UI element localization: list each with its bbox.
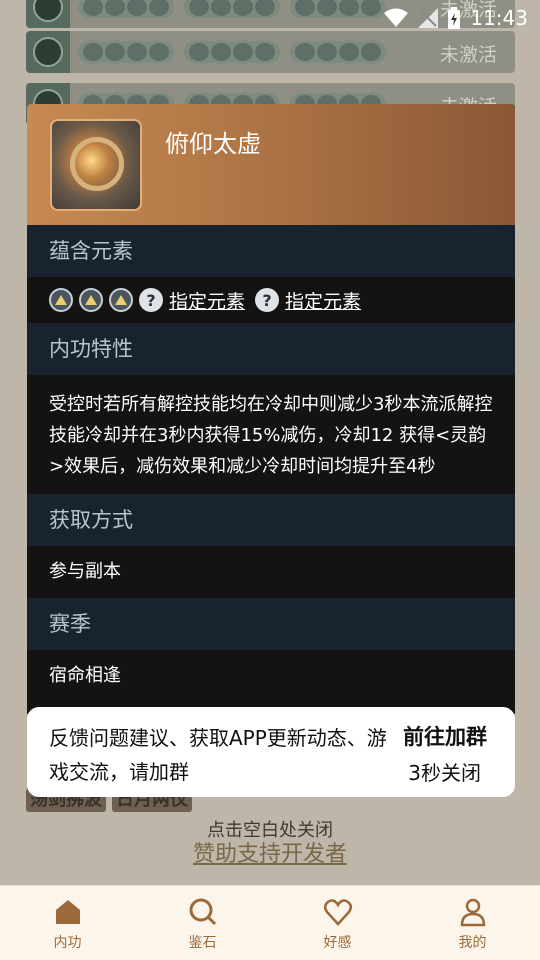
element-badge: [26, 31, 70, 73]
home-icon: [55, 900, 80, 924]
join-group-toast: 反馈问题建议、获取APP更新动态、游戏交流，请加群 前往加群 3秒关闭: [27, 707, 515, 797]
obtain-value: 参与副本: [27, 546, 515, 598]
user-icon: [460, 898, 485, 927]
trait-description: 受控时若所有解控技能均在冷却中则减少3秒本流派解控技能冷却并在3秒内获得15%减…: [27, 375, 515, 494]
clock: 11:43: [470, 6, 528, 30]
nav-label: 好感: [323, 935, 352, 951]
element-icon: [79, 288, 103, 312]
sponsor-link[interactable]: 赞助支持开发者: [0, 836, 540, 868]
toast-message: 反馈问题建议、获取APP更新动态、游戏交流，请加群: [49, 726, 387, 784]
section-header-season: 赛季: [27, 598, 515, 650]
status-label: 未激活: [439, 44, 497, 66]
elements-row: ? 指定元素 ? 指定元素: [27, 277, 515, 323]
section-header-obtain: 获取方式: [27, 494, 515, 546]
close-countdown: 3秒关闭: [408, 761, 481, 785]
wifi-icon: [384, 8, 409, 27]
card-title: 俯仰太虚: [165, 130, 261, 158]
card-header: 俯仰太虚: [27, 104, 515, 225]
specify-element-link[interactable]: 指定元素: [285, 287, 361, 314]
tab-mine[interactable]: 我的: [405, 886, 540, 960]
status-bar: 11:43: [0, 0, 540, 36]
element-icon: [49, 288, 73, 312]
bottom-nav: 内功 鉴石 好感 我的: [0, 885, 540, 960]
tab-neigong[interactable]: 内功: [0, 886, 135, 960]
question-icon: ?: [255, 288, 280, 312]
season-value: 宿命相逢: [27, 650, 515, 702]
join-group-button[interactable]: 前往加群: [403, 721, 487, 751]
slot-pills: [78, 41, 386, 63]
no-signal-icon: [418, 8, 439, 28]
element-icon: [109, 288, 133, 312]
list-item[interactable]: 未激活: [26, 31, 515, 73]
tab-jianshi[interactable]: 鉴石: [135, 886, 270, 960]
section-header-elements: 蕴含元素: [27, 225, 515, 277]
nav-label: 内功: [53, 935, 82, 951]
section-header-trait: 内功特性: [27, 323, 515, 375]
nav-label: 我的: [458, 935, 487, 951]
tab-haogan[interactable]: 好感: [270, 886, 405, 960]
specify-element-link[interactable]: 指定元素: [169, 287, 245, 314]
heart-icon: [323, 899, 352, 926]
detail-card: 俯仰太虚 蕴含元素 ? 指定元素 ? 指定元素 内功特性 受控时若所有解控技能均…: [27, 104, 515, 714]
question-icon: ?: [139, 288, 163, 312]
skill-thumbnail: [50, 119, 142, 211]
nav-label: 鉴石: [188, 935, 217, 951]
battery-icon: [448, 7, 461, 29]
search-icon: [189, 898, 216, 926]
